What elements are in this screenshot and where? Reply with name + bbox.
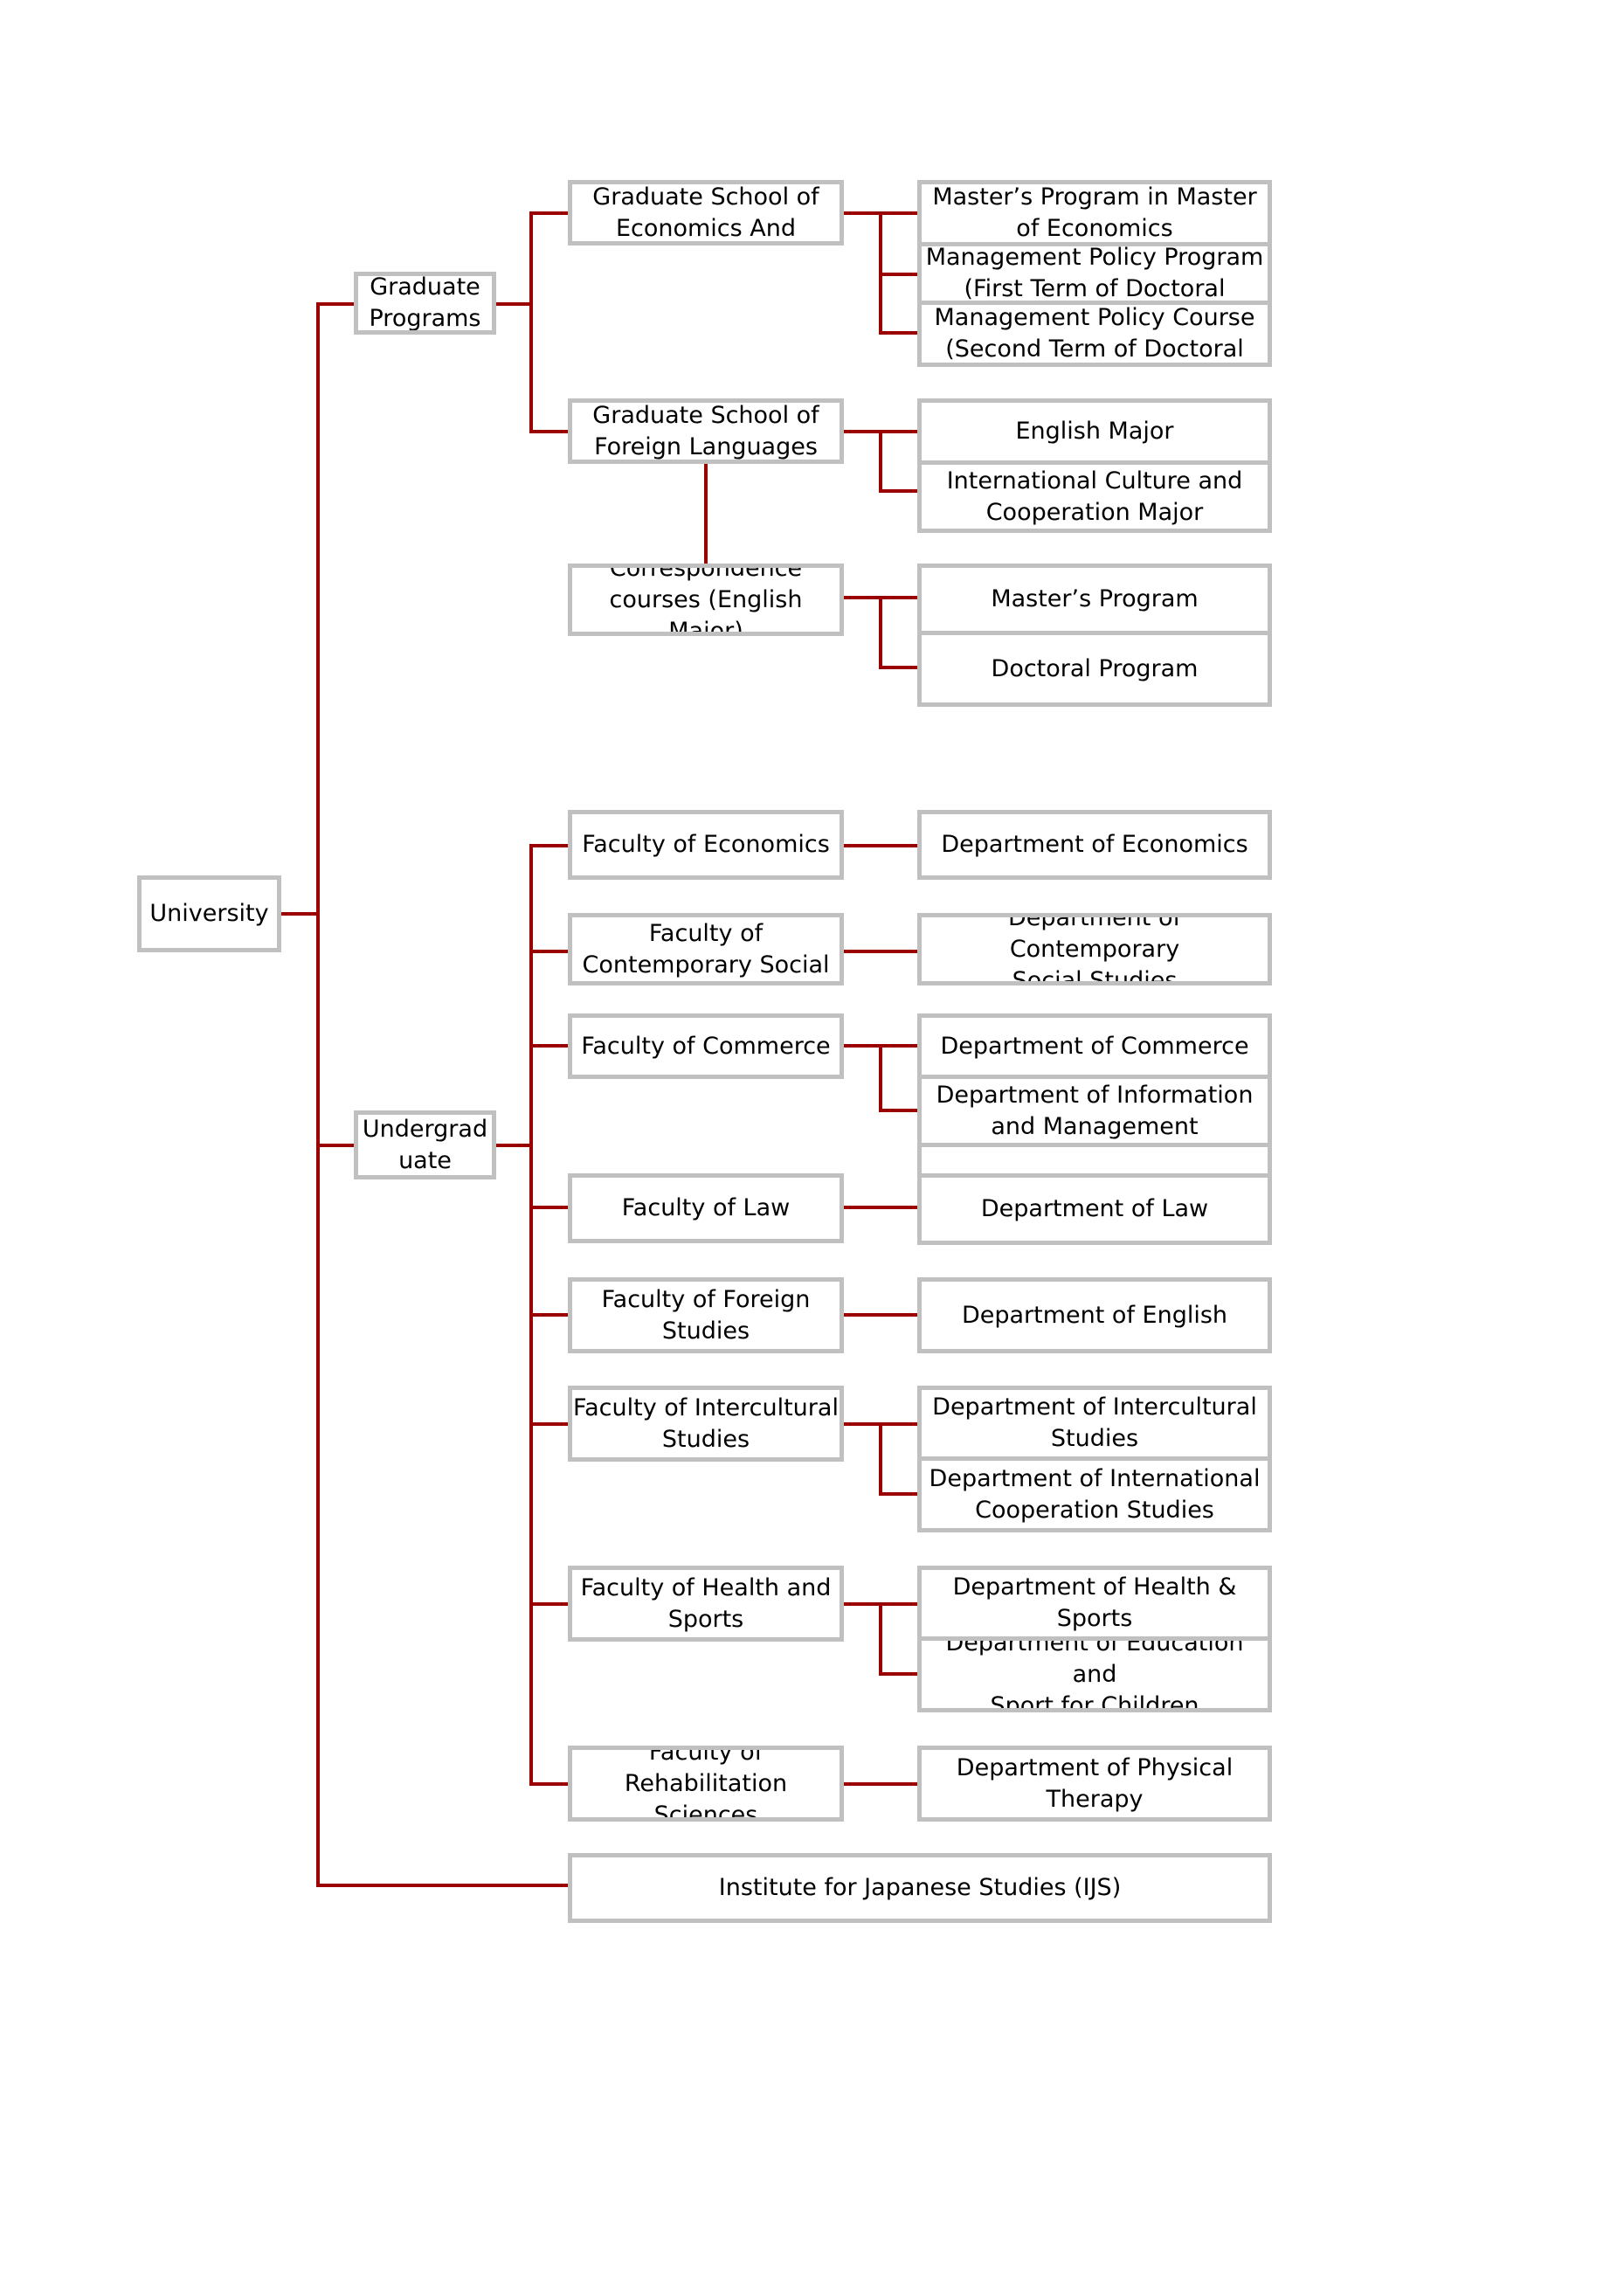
connector [879,1109,919,1112]
node-faculty: Faculty of Health and Sports [568,1566,844,1642]
connector [844,211,881,215]
connector [844,950,919,953]
node-faculty: Faculty of Intercultural Studies [568,1386,844,1462]
node-undergraduate: Undergrad uate [354,1110,496,1179]
connector [879,430,882,493]
connector [316,1884,570,1887]
connector [529,1206,570,1209]
connector [529,211,570,215]
node-department: Department of Education and Sport for Ch… [917,1636,1272,1712]
empty-cell [917,1143,1272,1178]
connector [844,1782,919,1786]
node-faculty: Faculty of Rehabilitation Sciences [568,1746,844,1822]
connector [879,1422,882,1496]
node-grad-school-foreign-languages: Graduate School of Foreign Languages [568,398,844,464]
connector [529,430,570,433]
node-department: Department of Intercultural Studies [917,1386,1272,1461]
connector [879,1422,919,1426]
connector [844,844,919,847]
connector [844,1422,881,1426]
node-program: Master’s Program in Master of Economics [917,180,1272,246]
connector [879,666,919,669]
node-department: Department of Commerce [917,1013,1272,1079]
connector [879,596,882,669]
connector [879,1044,882,1112]
connector [879,1044,919,1048]
connector [844,1044,881,1048]
node-program: Doctoral Program [917,631,1272,707]
node-correspondence-courses: Correspondence courses (English Major) [568,564,844,636]
connector [529,1422,570,1426]
graduate-trunk [529,211,533,433]
node-program: English Major [917,398,1272,465]
connector [844,596,881,599]
connector [529,1313,570,1317]
node-program: Management Policy Course (Second Term of… [917,301,1272,367]
connector [529,950,570,953]
node-department: Department of Information and Management [917,1075,1272,1147]
connector [879,1672,919,1676]
node-department: Department of English [917,1277,1272,1353]
connector [281,912,320,916]
connector [879,430,919,433]
node-program: Master’s Program [917,564,1272,635]
node-faculty: Faculty of Foreign Studies [568,1277,844,1353]
node-faculty: Faculty of Commerce [568,1013,844,1079]
connector [844,1313,919,1317]
connector [496,302,533,306]
node-department: Department of Economics [917,810,1272,880]
connector [879,273,919,276]
node-department: Department of Law [917,1173,1272,1245]
connector [879,1602,919,1606]
node-faculty: Faculty of Economics [568,810,844,880]
node-department: Department of International Cooperation … [917,1456,1272,1532]
node-graduate-programs: Graduate Programs [354,272,496,335]
node-program: International Culture and Cooperation Ma… [917,460,1272,533]
connector [879,331,919,335]
node-faculty: Faculty of Law [568,1173,844,1243]
node-program: Management Policy Program (First Term of… [917,242,1272,305]
connector [529,1602,570,1606]
connector [879,1602,882,1676]
connector [316,1144,355,1147]
node-grad-school-economics: Graduate School of Economics And [568,180,844,246]
connector [844,1206,919,1209]
connector [529,1782,570,1786]
node-department: Department of Physical Therapy [917,1746,1272,1822]
node-department: Department of Health & Sports [917,1566,1272,1641]
connector [879,211,919,215]
node-institute-japanese-studies: Institute for Japanese Studies (IJS) [568,1853,1272,1923]
connector [704,464,708,567]
connector [496,1144,533,1147]
connector [844,430,881,433]
node-university: University [137,875,281,952]
connector [879,596,919,599]
connector [844,1602,881,1606]
connector [529,1044,570,1048]
connector [529,844,570,847]
main-trunk [316,302,320,1887]
node-department: Department of Contemporary Social Studie… [917,913,1272,985]
connector [316,302,355,306]
node-faculty: Faculty of Contemporary Social [568,913,844,985]
connector [879,489,919,493]
connector [879,1492,919,1496]
